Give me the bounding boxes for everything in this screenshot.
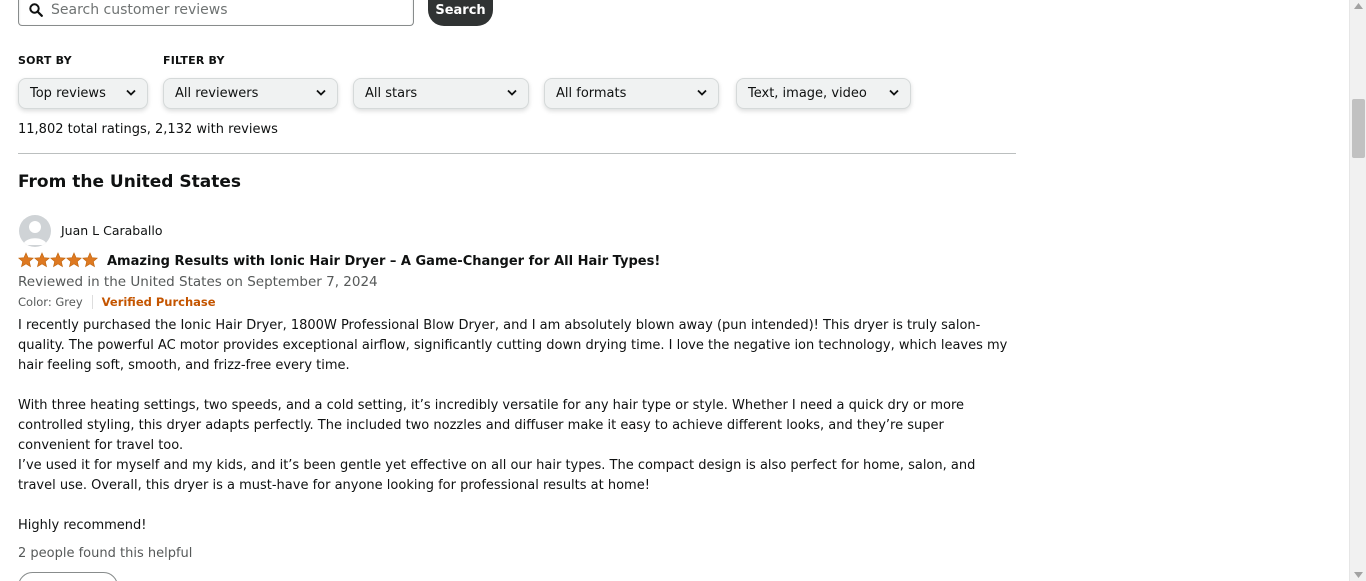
review-paragraph: I recently purchased the Ionic Hair Drye… <box>18 318 1008 373</box>
user-avatar-icon <box>23 221 47 245</box>
review-search-input[interactable] <box>51 1 381 18</box>
reviewer-name[interactable]: Juan L Caraballo <box>61 223 162 238</box>
region-heading: From the United States <box>18 172 241 192</box>
format-filter-dropdown[interactable]: All formats <box>544 78 719 109</box>
star-filter-value: All stars <box>365 86 418 101</box>
ratings-summary: 11,802 total ratings, 2,132 with reviews <box>18 122 278 137</box>
media-filter-dropdown[interactable]: Text, image, video <box>736 78 911 109</box>
review-paragraph: With three heating settings, two speeds,… <box>18 398 965 453</box>
review-search-row: Search <box>18 0 493 26</box>
product-variant[interactable]: Color: Grey <box>18 295 83 309</box>
chevron-down-icon <box>316 89 326 96</box>
reviewer-filter-value: All reviewers <box>175 86 259 101</box>
media-filter-value: Text, image, video <box>748 86 867 101</box>
scroll-up-arrow-icon[interactable] <box>1354 3 1363 9</box>
search-icon <box>29 2 43 17</box>
sort-dropdown[interactable]: Top reviews <box>18 78 148 109</box>
scroll-down-arrow-icon[interactable] <box>1354 572 1363 578</box>
divider <box>18 153 1016 154</box>
sort-dropdown-value: Top reviews <box>30 86 106 101</box>
star-icon <box>18 252 34 268</box>
avatar <box>19 215 51 247</box>
review-meta: Color: Grey Verified Purchase <box>18 295 216 309</box>
filter-by-label: FILTER BY <box>163 54 225 67</box>
chevron-down-icon <box>697 89 707 96</box>
chevron-down-icon <box>507 89 517 96</box>
review-paragraph: Highly recommend! <box>18 518 147 533</box>
chevron-down-icon <box>126 89 136 96</box>
scrollbar-thumb[interactable] <box>1352 99 1365 158</box>
review-search-box <box>18 0 414 26</box>
sort-by-label: SORT BY <box>18 54 72 67</box>
meta-separator <box>91 295 93 309</box>
reviewer-filter-dropdown[interactable]: All reviewers <box>163 78 338 109</box>
star-rating[interactable] <box>18 252 98 268</box>
search-button[interactable]: Search <box>428 0 493 26</box>
scrollbar[interactable] <box>1349 0 1366 581</box>
star-icon <box>34 252 50 268</box>
chevron-down-icon <box>889 89 899 96</box>
verified-purchase-badge: Verified Purchase <box>101 295 216 309</box>
star-icon <box>50 252 66 268</box>
review-date: Reviewed in the United States on Septemb… <box>18 274 378 290</box>
star-filter-dropdown[interactable]: All stars <box>353 78 529 109</box>
review-title[interactable]: Amazing Results with Ionic Hair Dryer – … <box>107 254 660 269</box>
format-filter-value: All formats <box>556 86 627 101</box>
review-paragraph: I’ve used it for myself and my kids, and… <box>18 458 976 493</box>
star-icon <box>82 252 98 268</box>
star-icon <box>66 252 82 268</box>
helpful-count: 2 people found this helpful <box>18 546 193 561</box>
helpful-button[interactable] <box>18 572 118 581</box>
